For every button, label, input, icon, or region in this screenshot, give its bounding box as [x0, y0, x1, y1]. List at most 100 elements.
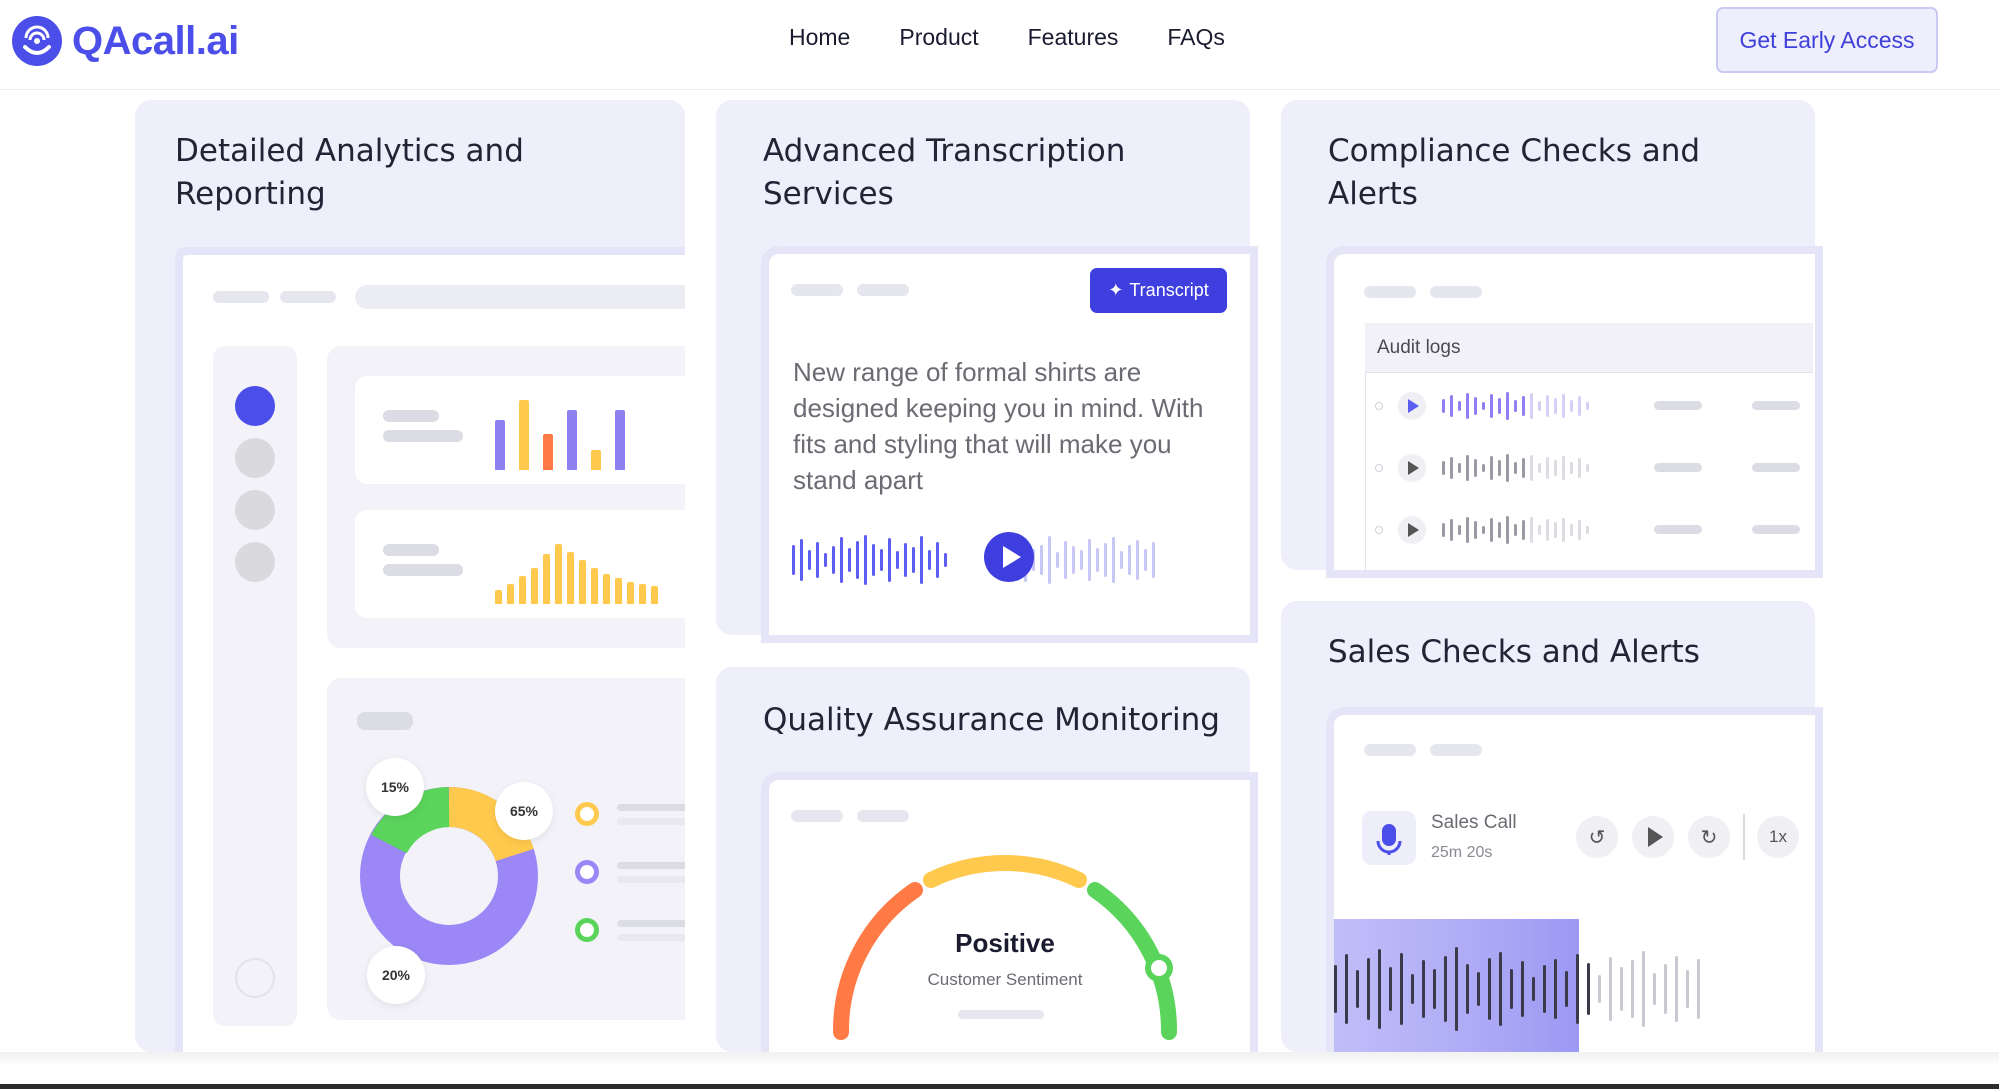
wave-bar	[1450, 457, 1453, 479]
brand-name: QAcall.ai	[72, 18, 239, 63]
wave-bar	[912, 547, 915, 573]
wave-bar	[1620, 967, 1623, 1011]
placeholder-bar	[1430, 744, 1482, 756]
play-button[interactable]	[1632, 816, 1674, 858]
sparkle-icon: ✦	[1108, 280, 1124, 300]
wave-bar	[792, 545, 795, 575]
placeholder-bar	[383, 410, 439, 422]
analytics-card-title: Detailed Analytics and Reporting	[175, 130, 524, 216]
wave-bar	[1482, 526, 1485, 534]
sidebar-dot[interactable]	[235, 490, 275, 530]
bar	[567, 552, 574, 604]
row-play-button[interactable]	[1398, 516, 1426, 544]
chart-group	[327, 346, 685, 648]
wave-bar	[1064, 541, 1067, 579]
wave-bar	[1554, 522, 1557, 538]
controls-divider	[1743, 814, 1745, 860]
legend-marker	[575, 802, 599, 826]
wave-bar	[1136, 540, 1139, 580]
bar	[519, 576, 526, 604]
forward-icon: ↻	[1700, 826, 1718, 849]
sidebar-dot-empty[interactable]	[235, 958, 275, 998]
legend-marker	[575, 918, 599, 942]
rewind-button[interactable]: ↺	[1576, 816, 1618, 858]
audit-waveform	[1442, 516, 1594, 544]
wave-bar	[1576, 954, 1579, 1024]
sidebar-dot-active[interactable]	[235, 386, 275, 426]
wave-bar	[1096, 548, 1099, 572]
row-play-button[interactable]	[1398, 454, 1426, 482]
wave-bar	[1458, 401, 1461, 411]
wave-bar	[920, 536, 923, 584]
sales-card-title: Sales Checks and Alerts	[1328, 634, 1700, 670]
bar	[543, 554, 550, 604]
wave-bar	[1532, 977, 1535, 1001]
wave-bar	[1578, 520, 1581, 540]
wave-bar	[1510, 969, 1513, 1009]
wave-bar	[1482, 402, 1485, 410]
play-button[interactable]	[984, 532, 1034, 582]
sidebar-dot[interactable]	[235, 542, 275, 582]
wave-bar	[1686, 970, 1689, 1008]
wave-bar	[936, 542, 939, 578]
audit-logs-header: Audit logs	[1365, 323, 1813, 373]
bar	[543, 434, 553, 470]
row-meta	[1752, 525, 1800, 534]
wave-bar	[872, 544, 875, 576]
wave-bar	[1664, 964, 1667, 1014]
wave-bar	[1444, 956, 1447, 1022]
wave-bar	[1522, 458, 1525, 478]
wave-bar	[1570, 400, 1573, 412]
wave-bar	[1562, 394, 1565, 418]
call-duration: 25m 20s	[1431, 844, 1493, 861]
placeholder-bar	[791, 284, 843, 296]
legend-line	[617, 920, 685, 927]
wave-bar	[1546, 395, 1549, 417]
bar	[591, 568, 598, 604]
wave-bar	[1334, 965, 1337, 1013]
wave-bar	[1144, 549, 1147, 571]
row-checkbox[interactable]	[1375, 464, 1383, 472]
wave-bar	[1562, 518, 1565, 542]
wave-bar	[840, 537, 843, 583]
mini-bar-chart	[495, 394, 625, 470]
wave-bar	[1570, 462, 1573, 474]
wave-bar	[1554, 398, 1557, 414]
bar	[567, 410, 577, 470]
nav-product[interactable]: Product	[899, 24, 978, 51]
row-checkbox[interactable]	[1375, 526, 1383, 534]
qa-card-title: Quality Assurance Monitoring	[763, 702, 1220, 738]
legend-line	[617, 804, 685, 811]
mic-icon	[1362, 811, 1416, 865]
row-checkbox[interactable]	[1375, 402, 1383, 410]
brand-logo[interactable]: QAcall.ai	[12, 16, 239, 66]
donut-label-20: 20%	[367, 946, 425, 1004]
wave-bar	[1506, 392, 1509, 420]
nav-faqs[interactable]: FAQs	[1167, 24, 1225, 51]
compliance-card-title: Compliance Checks and Alerts	[1328, 130, 1700, 216]
transcript-button[interactable]: ✦ Transcript	[1090, 268, 1227, 313]
wave-bar	[880, 549, 883, 571]
sidebar-dot[interactable]	[235, 438, 275, 478]
placeholder-bar	[857, 810, 909, 822]
forward-button[interactable]: ↻	[1688, 816, 1730, 858]
row-play-button[interactable]	[1398, 392, 1426, 420]
wave-bar	[1450, 395, 1453, 417]
legend-line	[617, 934, 685, 941]
nav-features[interactable]: Features	[1028, 24, 1119, 51]
title-line: Detailed Analytics and	[175, 133, 524, 169]
wave-bar	[944, 553, 947, 567]
wave-bar	[1522, 396, 1525, 416]
nav-home[interactable]: Home	[789, 24, 850, 51]
gauge-value: Positive	[955, 928, 1055, 958]
rewind-icon: ↺	[1588, 826, 1606, 849]
wave-bar	[1490, 394, 1493, 418]
play-icon	[1003, 546, 1021, 568]
get-early-access-button[interactable]: Get Early Access	[1716, 7, 1938, 73]
wave-bar	[1112, 537, 1115, 583]
speed-button[interactable]: 1x	[1757, 816, 1799, 858]
placeholder-bar	[1430, 286, 1482, 298]
bar	[615, 410, 625, 470]
bar	[651, 586, 658, 604]
wave-bar	[1506, 516, 1509, 544]
